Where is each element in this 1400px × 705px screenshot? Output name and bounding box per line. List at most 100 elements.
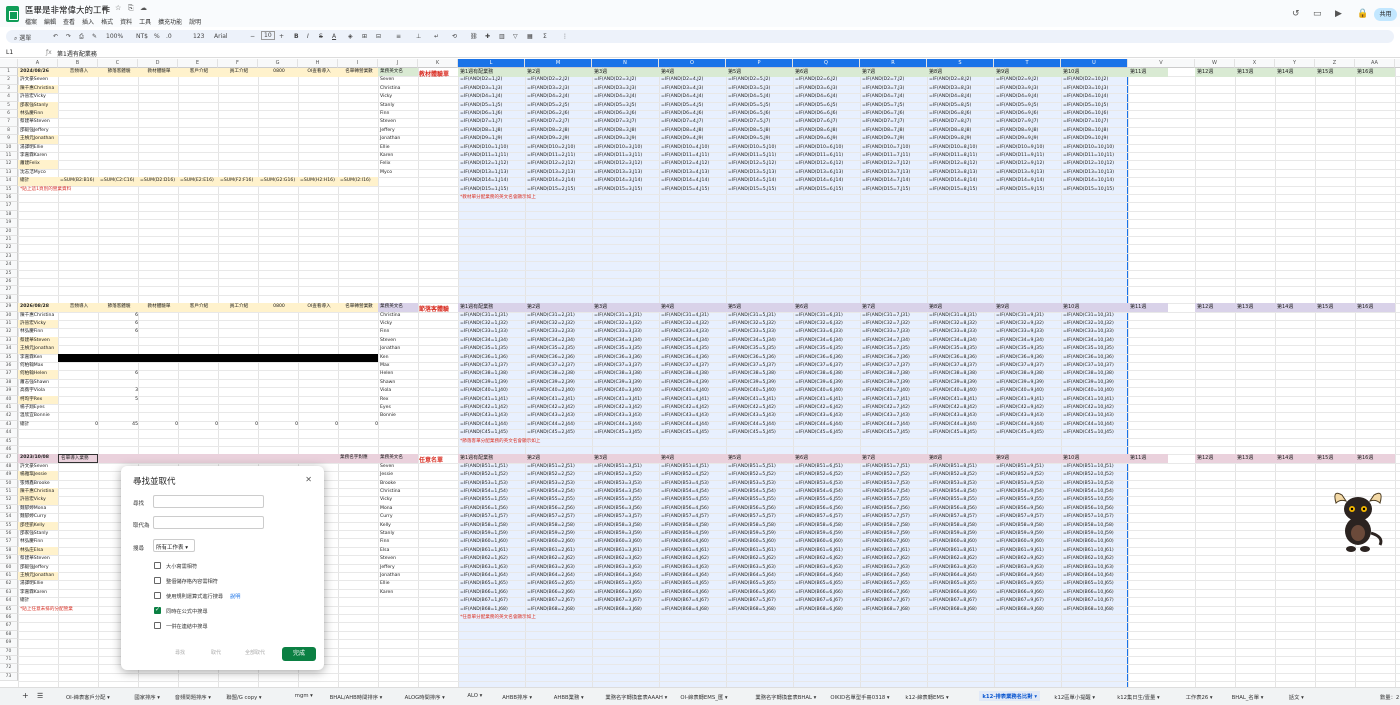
- block2-formula-cell[interactable]: =IF(AND(C38=8,J38): [927, 370, 994, 378]
- block2-formula-cell[interactable]: =IF(AND(C38=2,J38): [525, 370, 592, 378]
- block1-formula-cell[interactable]: =IF(AND(D4=1,J4): [458, 93, 525, 101]
- block1-formula-cell[interactable]: =IF(AND(D8=3,J8): [592, 127, 659, 135]
- block3-header[interactable]: 名單導入業務: [58, 454, 98, 463]
- block2-formula-cell[interactable]: =IF(AND(C41=6,J41): [793, 396, 860, 404]
- block2-formula-cell[interactable]: =IF(AND(C43=10,J43): [1061, 412, 1128, 420]
- block2-formula-cell[interactable]: =IF(AND(C31=3,J31): [592, 312, 659, 320]
- block1-formula-cell[interactable]: =IF(AND(D4=9,J4): [994, 93, 1061, 101]
- block2-name[interactable]: 林弘慶Finn: [18, 328, 58, 336]
- block3-formula-cell[interactable]: =IF(AND(B63=1,J63): [458, 564, 525, 572]
- block1-formula-cell[interactable]: =IF(AND(D2=7,J2): [860, 76, 927, 84]
- block1-formula-cell[interactable]: =IF(AND(D11=3,J11): [592, 152, 659, 160]
- block1-formula-cell[interactable]: =IF(AND(D9=5,J9): [726, 135, 793, 143]
- block1-formula-cell[interactable]: =IF(AND(D12=7,J12): [860, 160, 927, 168]
- row-header[interactable]: 7: [0, 118, 18, 127]
- block1-eng-name[interactable]: Felix: [378, 160, 418, 168]
- block2-formula-cell[interactable]: =IF(AND(C43=4,J43): [659, 412, 726, 420]
- block3-formula-cell[interactable]: =IF(AND(B66=8,J66): [927, 589, 994, 597]
- block1-header[interactable]: 教材體驗單: [138, 68, 178, 76]
- block1-formula-cell[interactable]: =IF(AND(D2=4,J2): [659, 76, 726, 84]
- row-header[interactable]: 47: [0, 454, 18, 463]
- block3-formula-cell[interactable]: =IF(AND(B65=5,J65): [726, 580, 793, 588]
- block3-formula-cell[interactable]: =IF(AND(B57=7,J57): [860, 513, 927, 521]
- block1-formula-cell[interactable]: =IF(AND(D3=9,J3): [994, 85, 1061, 93]
- block2-formula-cell[interactable]: =IF(AND(C38=5,J38): [726, 370, 793, 378]
- block1-formula-cell[interactable]: =IF(AND(D15=1,J15): [458, 186, 525, 194]
- block1-formula-cell[interactable]: =IF(AND(D2=6,J2): [793, 76, 860, 84]
- block3-week-header[interactable]: 第11週: [1128, 454, 1168, 464]
- block2-formula-cell[interactable]: =IF(AND(C31=5,J31): [726, 312, 793, 320]
- block3-formula-cell[interactable]: =IF(AND(B64=10,J64): [1061, 572, 1128, 580]
- block2-formula-cell[interactable]: =IF(AND(C41=4,J41): [659, 396, 726, 404]
- block2-name[interactable]: 李嘉霖Ken: [18, 354, 58, 362]
- block2-header[interactable]: 節落客體驗: [98, 303, 138, 311]
- decrease-decimal[interactable]: .0: [166, 33, 172, 40]
- block1-eng-name[interactable]: Finn: [378, 110, 418, 118]
- block2-week-header[interactable]: 第14週: [1275, 303, 1315, 313]
- block1-formula-cell[interactable]: =IF(AND(D6=3,J6): [592, 110, 659, 118]
- row-header[interactable]: 23: [0, 252, 18, 262]
- row-header[interactable]: 36: [0, 362, 18, 371]
- block2-formula-cell[interactable]: =IF(AND(C37=8,J37): [927, 362, 994, 370]
- wrap-icon[interactable]: ↵: [434, 33, 439, 40]
- sheet-tab[interactable]: OI-締表轉EMS_匯 ▾: [680, 693, 727, 701]
- row-header[interactable]: 32: [0, 328, 18, 337]
- block1-name[interactable]: 陳千惠Christina: [18, 84, 58, 94]
- document-title[interactable]: 區畢是非常偉大的工作: [25, 4, 110, 16]
- block2-formula-cell[interactable]: =IF(AND(C39=4,J39): [659, 379, 726, 387]
- row-header[interactable]: 69: [0, 639, 18, 648]
- block1-formula-cell[interactable]: =IF(AND(D12=5,J12): [726, 160, 793, 168]
- row-header[interactable]: 61: [0, 572, 18, 581]
- block2-formula-cell[interactable]: =IF(AND(C31=10,J31): [1061, 312, 1128, 320]
- menu-insert[interactable]: 插入: [82, 19, 94, 26]
- block3-formula-cell[interactable]: =IF(AND(B57=1,J57): [458, 513, 525, 521]
- block1-formula-cell[interactable]: =IF(AND(D8=9,J8): [994, 127, 1061, 135]
- block2-formula-cell[interactable]: =IF(AND(C39=9,J39): [994, 379, 1061, 387]
- text-color-icon[interactable]: A: [332, 33, 336, 40]
- add-comment-icon[interactable]: ✚: [485, 33, 490, 40]
- block2-total-value[interactable]: 0: [298, 421, 338, 429]
- row-header[interactable]: 27: [0, 286, 18, 295]
- block2-formula-cell[interactable]: =IF(AND(C37=1,J37): [458, 362, 525, 370]
- block2-total-label[interactable]: 總計: [18, 421, 58, 429]
- block3-formula-cell[interactable]: =IF(AND(B55=2,J55): [525, 496, 592, 504]
- block2-formula-cell[interactable]: =IF(AND(C39=10,J39): [1061, 379, 1128, 387]
- sheet-tab[interactable]: 聯盟/G copy ▾: [226, 693, 261, 701]
- block2-name[interactable]: 楊子翔Eyes: [18, 404, 58, 412]
- block1-formula-cell[interactable]: =IF(AND(D9=1,J9): [458, 135, 525, 143]
- block2-formula-cell[interactable]: =IF(AND(C42=3,J42): [592, 404, 659, 412]
- row-header[interactable]: 66: [0, 614, 18, 623]
- block3-week-header[interactable]: 第14週: [1275, 454, 1315, 464]
- block1-formula-cell[interactable]: =IF(AND(D11=1,J11): [458, 152, 525, 160]
- row-header[interactable]: 62: [0, 580, 18, 589]
- block1-formula-cell[interactable]: =IF(AND(D9=4,J9): [659, 135, 726, 143]
- block3-formula-cell[interactable]: =IF(AND(B66=3,J66): [592, 589, 659, 597]
- block1-eng-name[interactable]: Myco: [378, 169, 418, 177]
- block1-formula-cell[interactable]: =IF(AND(D14=9,J14): [994, 177, 1061, 185]
- block3-formula-cell[interactable]: =IF(AND(B54=2,J54): [525, 488, 592, 496]
- block3-formula-cell[interactable]: =IF(AND(B66=2,J66): [525, 589, 592, 597]
- row-header[interactable]: 51: [0, 488, 18, 497]
- row-header[interactable]: 13: [0, 168, 18, 178]
- block3-eng-name[interactable]: Finn: [378, 538, 418, 546]
- block2-week-header[interactable]: 第15週: [1315, 303, 1355, 313]
- block3-formula-cell[interactable]: =IF(AND(B53=10,J53): [1061, 480, 1128, 488]
- block2-formula-cell[interactable]: =IF(AND(C42=1,J42): [458, 404, 525, 412]
- block2-formula-cell[interactable]: =IF(AND(C44=4,J44): [659, 421, 726, 429]
- borders-icon[interactable]: ⊞: [362, 33, 367, 40]
- block1-name[interactable]: 許晉宏Vicky: [18, 93, 58, 101]
- block2-formula-cell[interactable]: =IF(AND(C33=9,J33): [994, 328, 1061, 336]
- block2-formula-cell[interactable]: =IF(AND(C36=10,J36): [1061, 354, 1128, 362]
- block3-formula-cell[interactable]: =IF(AND(B59=9,J59): [994, 530, 1061, 538]
- block2-formula-cell[interactable]: =IF(AND(C45=5,J45): [726, 429, 793, 437]
- block1-formula-cell[interactable]: =IF(AND(D11=10,J11): [1061, 152, 1128, 160]
- block2-formula-cell[interactable]: =IF(AND(C31=1,J31): [458, 312, 525, 320]
- block3-formula-cell[interactable]: =IF(AND(B68=8,J68): [927, 606, 994, 614]
- block1-formula-cell[interactable]: =IF(AND(D12=10,J12): [1061, 160, 1128, 168]
- block2-formula-cell[interactable]: =IF(AND(C33=7,J33): [860, 328, 927, 336]
- block2-formula-cell[interactable]: =IF(AND(C36=7,J36): [860, 354, 927, 362]
- block2-eng-name[interactable]: Steven: [378, 337, 418, 345]
- block1-red-label[interactable]: 教材體驗單: [419, 69, 449, 78]
- block1-formula-cell[interactable]: =IF(AND(D2=3,J2): [592, 76, 659, 84]
- strikethrough-icon[interactable]: S: [319, 33, 323, 40]
